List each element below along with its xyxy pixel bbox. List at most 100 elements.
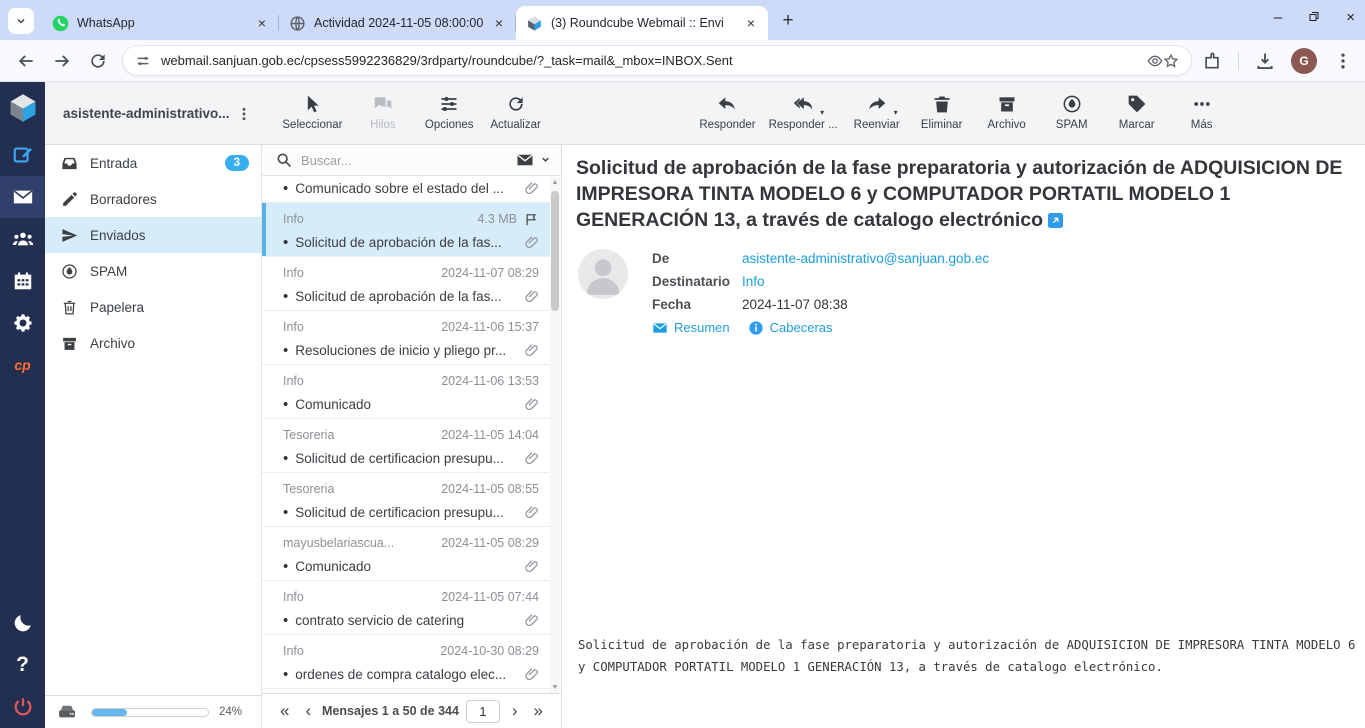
mail-nav-button[interactable] (0, 176, 45, 218)
search-options-caret-icon[interactable] (540, 154, 551, 167)
message-toolbar-button[interactable]: ▾ Reenviar (851, 96, 903, 131)
site-settings-icon[interactable] (135, 53, 151, 69)
message-subject: Solicitud de aprobación de la fas... (295, 289, 518, 304)
tab-close-icon[interactable]: × (490, 14, 508, 32)
browser-tab[interactable]: Actividad 2024-11-05 08:00:00 × (279, 6, 516, 40)
cpanel-icon[interactable]: cp (0, 344, 45, 386)
list-toolbar-button[interactable]: Actualizar (490, 96, 542, 131)
message-list-item[interactable]: Info 2024-11-06 15:37 • Resoluciones de … (262, 311, 551, 365)
dropdown-caret-icon[interactable]: ▾ (820, 108, 824, 117)
forward-icon[interactable] (52, 51, 72, 71)
browser-tab[interactable]: WhatsApp × (42, 6, 279, 40)
scroll-down-icon[interactable]: ▼ (550, 684, 560, 691)
folder-item[interactable]: Borradores (45, 181, 261, 217)
message-toolbar-button[interactable]: ▾ Responder ... (769, 96, 838, 131)
prev-page-button[interactable]: ‹ (297, 701, 319, 721)
message-toolbar-button[interactable]: ▾ Eliminar (916, 96, 968, 131)
tab-search-button[interactable] (8, 8, 34, 34)
minimize-button[interactable]: – (1274, 9, 1282, 26)
first-page-button[interactable]: « (272, 701, 297, 721)
to-label: Destinatario (652, 274, 742, 289)
list-toolbar-button[interactable]: Hilos (357, 96, 409, 131)
extensions-icon[interactable] (1202, 51, 1222, 71)
message-list-item[interactable]: Tesoreria 2024-11-05 08:55 • Solicitud d… (262, 473, 551, 527)
reload-icon[interactable] (88, 51, 108, 71)
message-date: 2024-11-05 14:04 (441, 428, 539, 442)
flag-icon[interactable] (524, 212, 539, 227)
folder-menu-icon[interactable] (236, 106, 252, 122)
browser-tab[interactable]: (3) Roundcube Webmail :: Envi × (516, 6, 768, 40)
paperclip-icon (524, 397, 539, 412)
restore-icon (1308, 10, 1320, 22)
message-toolbar-button[interactable]: ▾ Más (1176, 96, 1228, 131)
search-scope-envelope-icon[interactable] (516, 151, 534, 169)
scroll-up-icon[interactable]: ▲ (550, 179, 560, 186)
quota-bar: 24% (45, 695, 262, 728)
header-row-to: Destinatario Info (652, 270, 1351, 293)
message-list-item[interactable]: Info 2024-10-30 08:29 • ordenes de compr… (262, 635, 551, 689)
profile-avatar[interactable]: G (1291, 48, 1317, 74)
compose-button[interactable] (0, 134, 45, 176)
settings-nav-button[interactable] (0, 302, 45, 344)
folder-item[interactable]: Papelera (45, 289, 261, 325)
folder-item[interactable]: SPAM (45, 253, 261, 289)
calendar-nav-button[interactable] (0, 260, 45, 302)
back-icon[interactable] (16, 51, 36, 71)
message-toolbar-button[interactable]: ▾ SPAM (1046, 96, 1098, 131)
from-address-link[interactable]: asistente-administrativo@sanjuan.gob.ec (742, 251, 989, 266)
message-toolbar-button[interactable]: ▾ Responder (699, 96, 755, 131)
tab-favicon (526, 15, 543, 32)
attachment-row (576, 492, 1358, 520)
message-date: 2024-10-30 08:29 (440, 644, 539, 658)
list-scrollbar[interactable]: ▲ ▼ (550, 177, 560, 693)
folder-item[interactable]: Entrada 3 (45, 145, 261, 181)
message-list-item[interactable]: Info 2024-11-07 08:29 • Solicitud de apr… (262, 257, 551, 311)
message-list-item[interactable]: • Comunicado sobre el estado del ... (262, 177, 551, 203)
contacts-nav-button[interactable] (0, 218, 45, 260)
headers-button[interactable]: Cabeceras (748, 320, 833, 336)
list-toolbar-button[interactable]: Seleccionar (282, 96, 342, 131)
new-tab-button[interactable]: + (774, 7, 802, 35)
toolbar-actions: G (1202, 48, 1353, 74)
restore-button[interactable] (1308, 9, 1320, 26)
message-list-item[interactable]: Info 4.3 MB • Solicitud de aprobación de… (262, 203, 551, 257)
logout-button[interactable] (0, 686, 45, 728)
folder-item[interactable]: Enviados (45, 217, 261, 253)
message-list-item[interactable]: Info 2024-11-06 13:53 • Comunicado (262, 365, 551, 419)
folder-item[interactable]: Archivo (45, 325, 261, 361)
paperclip-icon (524, 613, 539, 628)
close-window-button[interactable]: × (1346, 9, 1355, 26)
message-toolbar-button[interactable]: ▾ Archivo (981, 96, 1033, 131)
to-address-link[interactable]: Info (742, 274, 765, 289)
help-button[interactable]: ? (0, 644, 45, 686)
page-number-input[interactable] (466, 700, 500, 723)
toolbar-button-label: Archivo (987, 119, 1025, 131)
last-page-button[interactable]: » (526, 701, 551, 721)
summary-button[interactable]: Resumen (652, 320, 730, 336)
download-icon[interactable] (1255, 51, 1275, 71)
eye-icon[interactable] (1147, 53, 1163, 69)
tab-close-icon[interactable]: × (742, 14, 760, 32)
next-page-button[interactable]: › (504, 701, 526, 721)
bookmark-star-icon[interactable] (1163, 53, 1179, 69)
toolbar-button-label: SPAM (1056, 119, 1088, 131)
scrollbar-thumb[interactable] (551, 191, 559, 311)
message-list-item[interactable]: Tesoreria 2024-11-05 14:04 • Solicitud d… (262, 419, 551, 473)
dark-mode-button[interactable] (0, 602, 45, 644)
url-text: webmail.sanjuan.gob.ec/cpsess5992236829/… (161, 53, 1137, 68)
dropdown-caret-icon[interactable]: ▾ (894, 108, 898, 117)
list-toolbar-button[interactable]: Opciones (423, 96, 475, 131)
message-list-item[interactable]: mayusbelariascua... 2024-11-05 08:29 • C… (262, 527, 551, 581)
address-bar[interactable]: webmail.sanjuan.gob.ec/cpsess5992236829/… (122, 45, 1192, 76)
message-list-item[interactable]: Info 2024-11-05 07:44 • contrato servici… (262, 581, 551, 635)
tag-icon (1127, 94, 1147, 119)
from-label: De (652, 251, 742, 266)
folder-label: Enviados (90, 228, 249, 243)
search-input[interactable] (301, 153, 516, 168)
browser-menu-icon[interactable] (1333, 51, 1353, 71)
folder-label: Entrada (90, 156, 225, 171)
tab-close-icon[interactable]: × (253, 14, 271, 32)
open-message-link-icon[interactable] (1048, 213, 1063, 228)
message-date: 2024-11-06 13:53 (441, 374, 539, 388)
message-toolbar-button[interactable]: ▾ Marcar (1111, 96, 1163, 131)
